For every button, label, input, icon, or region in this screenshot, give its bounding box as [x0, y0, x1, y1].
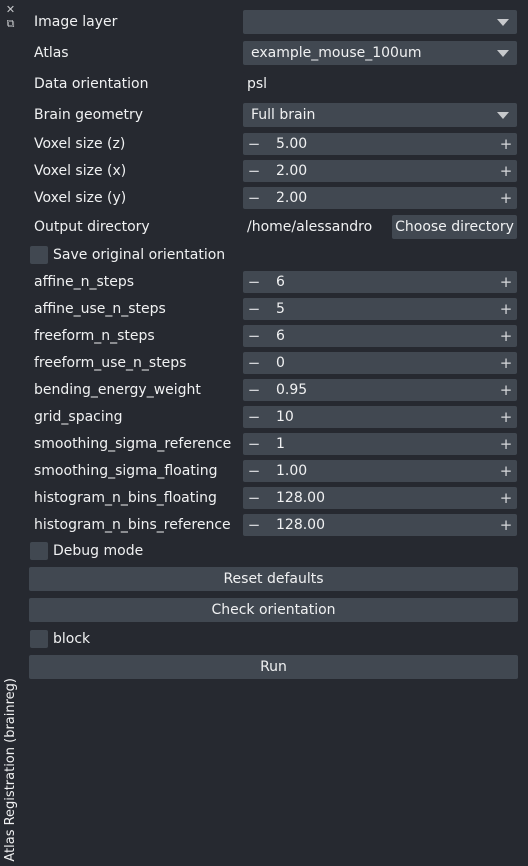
- plus-icon[interactable]: +: [499, 298, 513, 320]
- minus-icon[interactable]: −: [247, 433, 261, 455]
- plus-icon[interactable]: +: [499, 352, 513, 374]
- plus-icon[interactable]: +: [499, 271, 513, 293]
- close-icon[interactable]: ✕: [5, 4, 16, 15]
- voxel-size-x-spinbox[interactable]: − 2.00 +: [243, 160, 517, 182]
- bending-energy-weight-value: 0.95: [276, 382, 308, 398]
- float-icon[interactable]: ⧉: [5, 18, 16, 29]
- plus-icon[interactable]: +: [499, 325, 513, 347]
- atlas-dropdown[interactable]: example_mouse_100um: [243, 41, 517, 65]
- plus-icon[interactable]: +: [499, 487, 513, 509]
- affine-use-n-steps-value: 5: [276, 301, 285, 317]
- minus-icon[interactable]: −: [247, 379, 261, 401]
- plus-icon[interactable]: +: [499, 460, 513, 482]
- dock-title: Atlas Registration (brainreg): [3, 678, 18, 862]
- save-original-orientation-label[interactable]: Save original orientation: [53, 246, 225, 264]
- brainreg-panel: Image layer Atlas example_mouse_100um Da…: [22, 0, 528, 866]
- histogram-n-bins-reference-label: histogram_n_bins_reference: [34, 517, 231, 533]
- smoothing-sigma-reference-value: 1: [276, 436, 285, 452]
- voxel-size-y-value: 2.00: [276, 190, 308, 206]
- voxel-size-z-spinbox[interactable]: − 5.00 +: [243, 133, 517, 155]
- freeform-use-n-steps-spinbox[interactable]: − 0 +: [243, 352, 517, 374]
- minus-icon[interactable]: −: [247, 133, 261, 155]
- minus-icon[interactable]: −: [247, 160, 261, 182]
- histogram-n-bins-reference-value: 128.00: [276, 517, 325, 533]
- freeform-use-n-steps-value: 0: [276, 355, 285, 371]
- chevron-down-icon: [497, 19, 509, 26]
- chevron-down-icon: [497, 50, 509, 57]
- grid-spacing-value: 10: [276, 409, 294, 425]
- voxel-size-x-label: Voxel size (x): [34, 163, 127, 179]
- minus-icon[interactable]: −: [247, 187, 261, 209]
- save-original-orientation-checkbox[interactable]: [30, 246, 48, 264]
- atlas-value: example_mouse_100um: [251, 45, 422, 61]
- freeform-n-steps-spinbox[interactable]: − 6 +: [243, 325, 517, 347]
- plus-icon[interactable]: +: [499, 187, 513, 209]
- smoothing-sigma-floating-value: 1.00: [276, 463, 308, 479]
- brain-geometry-value: Full brain: [251, 107, 316, 123]
- plus-icon[interactable]: +: [499, 133, 513, 155]
- plus-icon[interactable]: +: [499, 160, 513, 182]
- voxel-size-x-value: 2.00: [276, 163, 308, 179]
- voxel-size-y-spinbox[interactable]: − 2.00 +: [243, 187, 517, 209]
- minus-icon[interactable]: −: [247, 514, 261, 536]
- smoothing-sigma-reference-label: smoothing_sigma_reference: [34, 436, 232, 452]
- atlas-label: Atlas: [34, 45, 69, 61]
- histogram-n-bins-floating-value: 128.00: [276, 490, 325, 506]
- voxel-size-y-label: Voxel size (y): [34, 190, 127, 206]
- grid-spacing-spinbox[interactable]: − 10 +: [243, 406, 517, 428]
- voxel-size-z-value: 5.00: [276, 136, 308, 152]
- chevron-down-icon: [497, 112, 509, 119]
- choose-directory-button[interactable]: Choose directory: [392, 215, 517, 239]
- plus-icon[interactable]: +: [499, 406, 513, 428]
- minus-icon[interactable]: −: [247, 352, 261, 374]
- affine-n-steps-value: 6: [276, 274, 285, 290]
- histogram-n-bins-floating-spinbox[interactable]: − 128.00 +: [243, 487, 517, 509]
- minus-icon[interactable]: −: [247, 487, 261, 509]
- plus-icon[interactable]: +: [499, 514, 513, 536]
- histogram-n-bins-reference-spinbox[interactable]: − 128.00 +: [243, 514, 517, 536]
- image-layer-label: Image layer: [34, 14, 118, 30]
- freeform-n-steps-label: freeform_n_steps: [34, 328, 155, 344]
- block-label[interactable]: block: [53, 630, 90, 648]
- brain-geometry-label: Brain geometry: [34, 107, 143, 123]
- check-orientation-button[interactable]: Check orientation: [29, 598, 518, 622]
- affine-n-steps-label: affine_n_steps: [34, 274, 135, 290]
- affine-n-steps-spinbox[interactable]: − 6 +: [243, 271, 517, 293]
- data-orientation-label: Data orientation: [34, 76, 149, 92]
- freeform-use-n-steps-label: freeform_use_n_steps: [34, 355, 187, 371]
- output-directory-input[interactable]: /home/alessandro: [243, 215, 387, 239]
- image-layer-dropdown[interactable]: [243, 10, 517, 34]
- minus-icon[interactable]: −: [247, 325, 261, 347]
- smoothing-sigma-floating-label: smoothing_sigma_floating: [34, 463, 218, 479]
- bending-energy-weight-spinbox[interactable]: − 0.95 +: [243, 379, 517, 401]
- data-orientation-input[interactable]: psl: [243, 72, 517, 96]
- smoothing-sigma-floating-spinbox[interactable]: − 1.00 +: [243, 460, 517, 482]
- bending-energy-weight-label: bending_energy_weight: [34, 382, 201, 398]
- minus-icon[interactable]: −: [247, 271, 261, 293]
- minus-icon[interactable]: −: [247, 460, 261, 482]
- grid-spacing-label: grid_spacing: [34, 409, 123, 425]
- voxel-size-z-label: Voxel size (z): [34, 136, 126, 152]
- plus-icon[interactable]: +: [499, 379, 513, 401]
- brain-geometry-dropdown[interactable]: Full brain: [243, 103, 517, 127]
- minus-icon[interactable]: −: [247, 406, 261, 428]
- dock-sidebar: ✕ ⧉ Atlas Registration (brainreg): [0, 0, 22, 866]
- smoothing-sigma-reference-spinbox[interactable]: − 1 +: [243, 433, 517, 455]
- block-checkbox[interactable]: [30, 630, 48, 648]
- histogram-n-bins-floating-label: histogram_n_bins_floating: [34, 490, 217, 506]
- run-button[interactable]: Run: [29, 655, 518, 679]
- data-orientation-value: psl: [247, 76, 268, 92]
- debug-mode-checkbox[interactable]: [30, 542, 48, 560]
- debug-mode-label[interactable]: Debug mode: [53, 542, 143, 560]
- reset-defaults-button[interactable]: Reset defaults: [29, 567, 518, 591]
- minus-icon[interactable]: −: [247, 298, 261, 320]
- freeform-n-steps-value: 6: [276, 328, 285, 344]
- plus-icon[interactable]: +: [499, 433, 513, 455]
- output-directory-value: /home/alessandro: [247, 219, 373, 235]
- affine-use-n-steps-label: affine_use_n_steps: [34, 301, 166, 317]
- affine-use-n-steps-spinbox[interactable]: − 5 +: [243, 298, 517, 320]
- output-directory-label: Output directory: [34, 219, 150, 235]
